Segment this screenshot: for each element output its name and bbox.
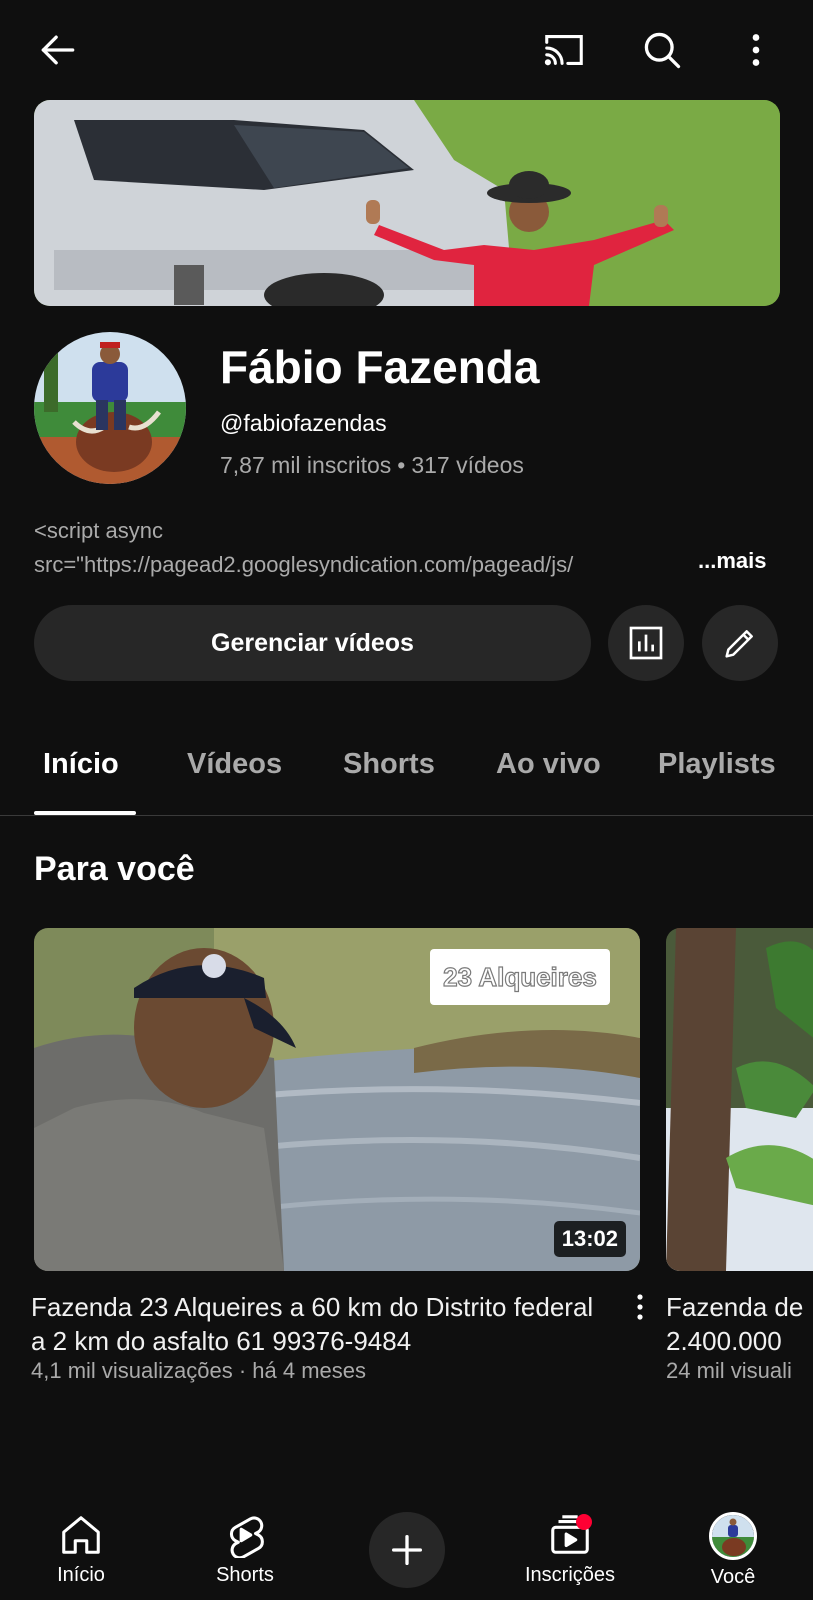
notification-badge <box>576 1514 592 1530</box>
channel-page: Fábio Fazenda @fabiofazendas 7,87 mil in… <box>0 0 813 1600</box>
arrow-left-icon <box>41 35 75 65</box>
nav-shorts[interactable]: Shorts <box>175 1512 315 1587</box>
video-thumbnail[interactable] <box>666 928 813 1271</box>
channel-stats: 7,87 mil inscritos • 317 vídeos <box>220 452 524 479</box>
description-line-2: src="https://pagead2.googlesyndication.c… <box>34 552 574 577</box>
video-count: 317 vídeos <box>411 452 524 478</box>
video-title[interactable]: Fazenda de 2.400.000 <box>666 1290 813 1358</box>
home-icon <box>62 1516 100 1554</box>
description-line-1: <script async <box>34 518 163 543</box>
video-meta: 4,1 mil visualizações · há 4 meses <box>31 1358 367 1383</box>
channel-banner <box>34 100 780 306</box>
back-button[interactable] <box>30 22 86 78</box>
nav-label: Início <box>57 1564 105 1586</box>
subscriber-count: 7,87 mil inscritos <box>220 452 392 478</box>
create-button[interactable] <box>369 1512 445 1588</box>
search-icon <box>644 32 681 69</box>
channel-handle: @fabiofazendas <box>220 410 387 436</box>
analytics-button[interactable] <box>608 605 684 681</box>
cast-button[interactable] <box>536 22 592 78</box>
tab-ao-vivo[interactable]: Ao vivo <box>496 748 601 781</box>
tab-playlists[interactable]: Playlists <box>658 748 776 781</box>
top-bar <box>0 0 813 100</box>
stats-separator: • <box>397 452 406 478</box>
nav-label: Shorts <box>216 1564 274 1586</box>
shorts-icon <box>229 1516 264 1558</box>
video-thumbnail[interactable]: 23 Alqueires 13:02 <box>34 928 640 1271</box>
plus-icon <box>392 1535 422 1565</box>
tab-videos[interactable]: Vídeos <box>187 748 282 781</box>
cast-icon <box>544 35 583 66</box>
search-button[interactable] <box>634 22 690 78</box>
manage-videos-button[interactable]: Gerenciar vídeos <box>34 605 591 681</box>
pencil-icon <box>725 630 753 658</box>
more-vertical-icon <box>637 1294 643 1320</box>
video-title-line-1: Fazenda de <box>666 1292 804 1322</box>
avatar <box>709 1512 757 1560</box>
more-vertical-icon <box>752 34 760 66</box>
nav-label: Inscrições <box>524 1564 616 1586</box>
video-options-button[interactable] <box>628 1292 652 1322</box>
analytics-icon <box>629 626 663 660</box>
bottom-navigation: Início Shorts Inscrições Você <box>0 1494 813 1600</box>
section-title: Para você <box>34 850 195 888</box>
video-duration: 13:02 <box>553 1221 626 1257</box>
video-meta: 24 mil visuali <box>666 1358 792 1383</box>
active-tab-indicator <box>34 811 136 815</box>
thumbnail-overlay-text: 23 Alqueires <box>430 949 610 1005</box>
nav-inicio[interactable]: Início <box>11 1512 151 1587</box>
channel-tabs: Início Vídeos Shorts Ao vivo Playlists <box>0 730 813 816</box>
edit-channel-button[interactable] <box>702 605 778 681</box>
nav-voce[interactable]: Você <box>663 1512 803 1589</box>
channel-name: Fábio Fazenda <box>220 341 540 393</box>
tab-shorts[interactable]: Shorts <box>343 748 435 781</box>
channel-avatar <box>34 332 186 484</box>
nav-label: Você <box>710 1566 756 1588</box>
more-options-button[interactable] <box>728 22 784 78</box>
video-title-line-2: 2.400.000 <box>666 1326 782 1356</box>
video-title[interactable]: Fazenda 23 Alqueires a 60 km do Distrito… <box>31 1290 611 1358</box>
channel-description[interactable]: <script async src="https://pagead2.googl… <box>34 514 774 582</box>
nav-inscricoes[interactable]: Inscrições <box>500 1512 640 1587</box>
description-more-link[interactable]: ...mais <box>698 548 766 574</box>
tab-inicio[interactable]: Início <box>43 748 119 781</box>
